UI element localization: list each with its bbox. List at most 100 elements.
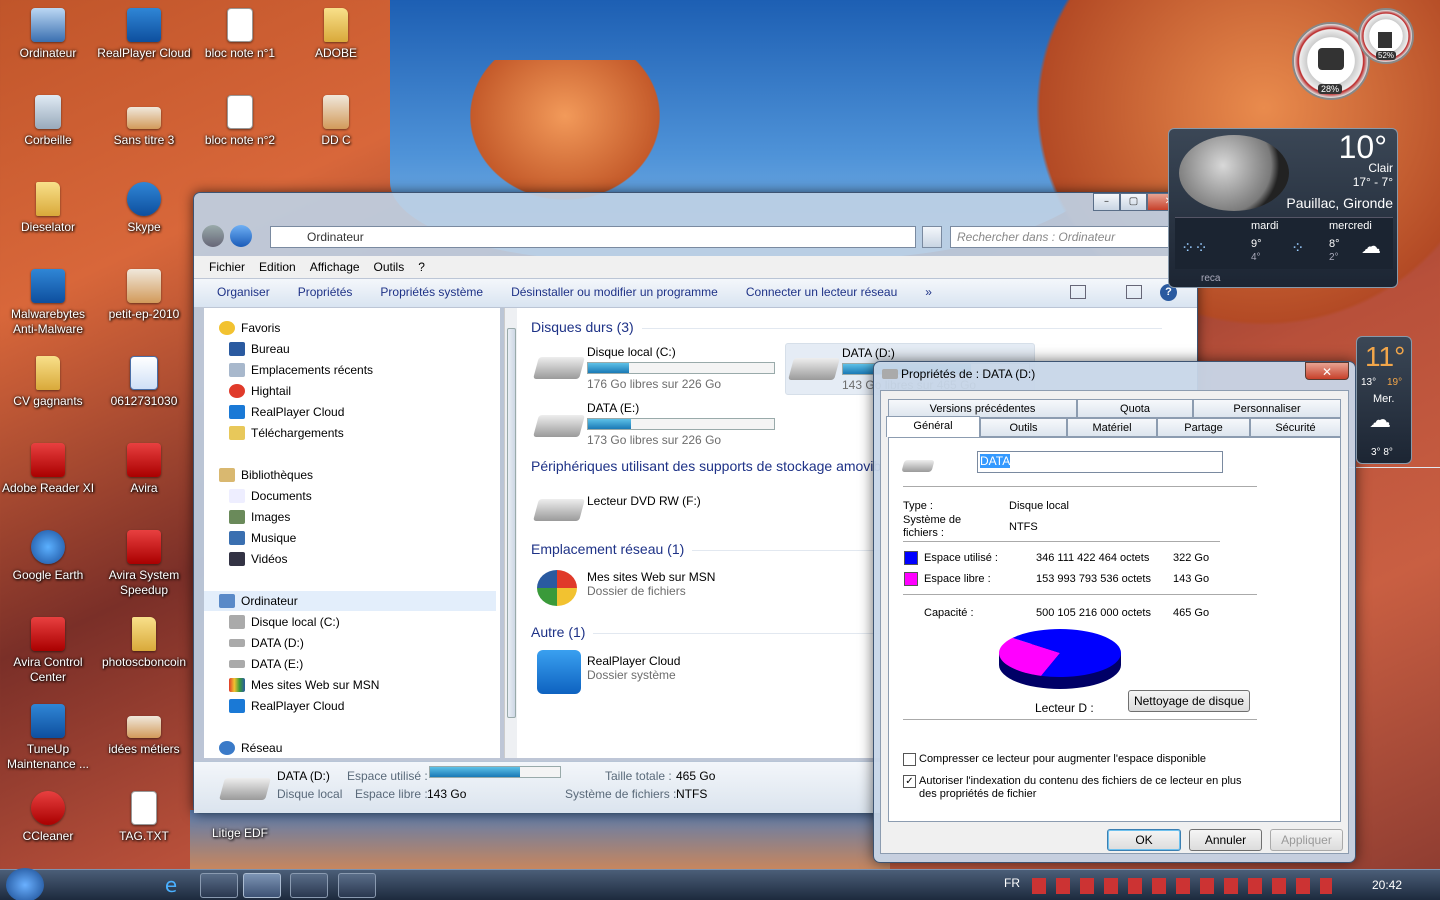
cmd-desinstaller[interactable]: Désinstaller ou modifier un programme bbox=[511, 285, 718, 299]
scrollbar-thumb[interactable] bbox=[507, 328, 516, 718]
back-button[interactable] bbox=[202, 225, 224, 247]
desktop-icon-google-earth[interactable]: Google Earth bbox=[0, 530, 96, 583]
system-tray-icons[interactable] bbox=[1032, 878, 1332, 894]
tab-securite[interactable]: Sécurité bbox=[1250, 418, 1341, 437]
desktop-icon-adobe[interactable]: ADOBE bbox=[288, 8, 384, 61]
tree-bibliotheques[interactable]: Bibliothèques bbox=[219, 465, 313, 485]
desktop-icon-tuneup[interactable]: TuneUp Maintenance ... bbox=[0, 704, 96, 772]
preview-pane-icon[interactable] bbox=[1126, 285, 1142, 299]
firefox-icon[interactable] bbox=[290, 873, 328, 898]
tree-bureau[interactable]: Bureau bbox=[229, 339, 290, 359]
desktop-icon-avira[interactable]: Avira bbox=[96, 443, 192, 496]
media-player-icon[interactable] bbox=[108, 873, 146, 898]
maximize-button[interactable]: ▢ bbox=[1120, 193, 1147, 211]
cmd-connecter-lecteur[interactable]: Connecter un lecteur réseau bbox=[746, 285, 897, 299]
tab-personnaliser[interactable]: Personnaliser bbox=[1193, 399, 1341, 418]
desktop-icon-skype[interactable]: Skype bbox=[96, 182, 192, 235]
menu-outils[interactable]: Outils bbox=[374, 260, 405, 274]
desktop-icon-bloc-note-1[interactable]: bloc note n°1 bbox=[192, 8, 288, 61]
drive-dvd[interactable]: Lecteur DVD RW (F:) bbox=[531, 483, 731, 527]
section-disques-durs[interactable]: Disques durs (3) bbox=[531, 319, 1160, 335]
weather-gadget-small[interactable]: 11° 13° 19° Mer. ☁ 3° 8° bbox=[1356, 336, 1412, 464]
tree-realplayer-2[interactable]: RealPlayer Cloud bbox=[229, 696, 344, 716]
tree-musique[interactable]: Musique bbox=[229, 528, 296, 548]
cmd-proprietes-systeme[interactable]: Propriétés système bbox=[380, 285, 483, 299]
desktop-icon-0612731030[interactable]: 0612731030 bbox=[96, 356, 192, 409]
desktop-icon-realplayer[interactable]: RealPlayer Cloud bbox=[96, 8, 192, 61]
section-peripheriques[interactable]: Périphériques utilisant des supports de … bbox=[531, 458, 1440, 474]
section-emplacement-reseau[interactable]: Emplacement réseau (1) bbox=[531, 541, 1214, 557]
explorer-taskbar-button[interactable] bbox=[243, 873, 281, 898]
taskbar-app-icon[interactable] bbox=[64, 873, 102, 898]
tree-recents[interactable]: Emplacements récents bbox=[229, 360, 373, 380]
weather-gadget[interactable]: 10° Clair 17° - 7° Pauillac, Gironde ⁘⁘ … bbox=[1168, 128, 1398, 288]
apply-button[interactable]: Appliquer bbox=[1270, 829, 1343, 851]
skype-icon[interactable] bbox=[338, 873, 376, 898]
tree-documents[interactable]: Documents bbox=[229, 486, 312, 506]
tab-partage[interactable]: Partage bbox=[1157, 418, 1250, 437]
tree-data-d[interactable]: DATA (D:) bbox=[229, 633, 304, 653]
desktop-icon-bloc-note-2[interactable]: bloc note n°2 bbox=[192, 95, 288, 148]
forward-button[interactable] bbox=[230, 225, 252, 247]
dialog-close-button[interactable]: ✕ bbox=[1305, 362, 1349, 380]
index-checkbox[interactable]: ✓ bbox=[903, 775, 916, 788]
desktop-icon-petit-ep[interactable]: petit-ep-2010 bbox=[96, 269, 192, 322]
menu-edition[interactable]: Edition bbox=[259, 260, 296, 274]
cancel-button[interactable]: Annuler bbox=[1189, 829, 1262, 851]
tree-videos[interactable]: Vidéos bbox=[229, 549, 287, 569]
compress-checkbox[interactable] bbox=[903, 753, 916, 766]
desktop-icon-adobe-reader[interactable]: Adobe Reader XI bbox=[0, 443, 96, 496]
desktop-icon-ccleaner[interactable]: CCleaner bbox=[0, 791, 96, 844]
desktop-icon-sans-titre[interactable]: Sans titre 3 bbox=[96, 95, 192, 148]
tree-telechargements[interactable]: Téléchargements bbox=[229, 423, 344, 443]
desktop-icon-avira-speedup[interactable]: Avira System Speedup bbox=[96, 530, 192, 598]
desktop-icon-cv-gagnants[interactable]: CV gagnants bbox=[0, 356, 96, 409]
cmd-proprietes[interactable]: Propriétés bbox=[298, 285, 353, 299]
address-bar[interactable]: Ordinateur bbox=[270, 226, 916, 248]
desktop-icon-tag-txt[interactable]: TAG.TXT bbox=[96, 791, 192, 844]
tree-disque-c[interactable]: Disque local (C:) bbox=[229, 612, 340, 632]
clock[interactable]: 20:42 bbox=[1372, 878, 1402, 892]
menu-aide[interactable]: ? bbox=[418, 260, 425, 274]
desktop-icon-avira-control[interactable]: Avira Control Center bbox=[0, 617, 96, 685]
cmd-more[interactable]: » bbox=[925, 285, 932, 299]
desktop-icon-litige-edf[interactable]: Litige EDF bbox=[192, 826, 288, 841]
language-indicator[interactable]: FR bbox=[1004, 876, 1020, 890]
ok-button[interactable]: OK bbox=[1107, 829, 1181, 851]
disk-cleanup-button[interactable]: Nettoyage de disque bbox=[1128, 690, 1250, 712]
desktop-icon-corbeille[interactable]: Corbeille bbox=[0, 95, 96, 148]
desktop-icon-dd-c[interactable]: DD C bbox=[288, 95, 384, 148]
menu-affichage[interactable]: Affichage bbox=[310, 260, 360, 274]
refresh-button[interactable] bbox=[922, 226, 942, 248]
tree-favoris[interactable]: Favoris bbox=[219, 318, 280, 338]
tab-materiel[interactable]: Matériel bbox=[1067, 418, 1157, 437]
desktop-icon-ordinateur[interactable]: Ordinateur bbox=[0, 8, 96, 61]
tab-general[interactable]: Général bbox=[886, 416, 980, 437]
tree-reseau[interactable]: Réseau bbox=[219, 738, 282, 758]
tree-hightail[interactable]: Hightail bbox=[229, 381, 291, 401]
tree-data-e[interactable]: DATA (E:) bbox=[229, 654, 303, 674]
start-button[interactable] bbox=[6, 868, 44, 900]
tree-ordinateur[interactable]: Ordinateur bbox=[204, 591, 496, 611]
realplayer-cloud-item[interactable]: RealPlayer Cloud Dossier système bbox=[531, 648, 751, 694]
tab-quota[interactable]: Quota bbox=[1077, 399, 1193, 418]
view-options-icon[interactable] bbox=[1070, 285, 1086, 299]
tree-msn[interactable]: Mes sites Web sur MSN bbox=[229, 675, 379, 695]
cpu-meter-gadget[interactable]: 28% 52% bbox=[1292, 8, 1416, 100]
nav-scrollbar[interactable] bbox=[504, 308, 518, 758]
section-autre[interactable]: Autre (1) bbox=[531, 624, 1119, 640]
desktop-icon-idees-metiers[interactable]: idées métiers bbox=[96, 704, 192, 757]
tab-outils[interactable]: Outils bbox=[980, 418, 1067, 437]
msn-web-sites[interactable]: Mes sites Web sur MSN Dossier de fichiers bbox=[531, 566, 751, 610]
desktop-icon-dieselator[interactable]: Dieselator bbox=[0, 182, 96, 235]
desktop-icon-photoscboncoin[interactable]: photoscboncoin bbox=[96, 617, 192, 670]
cmd-organiser[interactable]: Organiser bbox=[217, 285, 270, 299]
desktop-icon-malwarebytes[interactable]: Malwarebytes Anti-Malware bbox=[0, 269, 96, 337]
minimize-button[interactable]: – bbox=[1093, 193, 1120, 211]
tree-images[interactable]: Images bbox=[229, 507, 290, 527]
tree-realplayer[interactable]: RealPlayer Cloud bbox=[229, 402, 344, 422]
menu-fichier[interactable]: Fichier bbox=[209, 260, 245, 274]
internet-explorer-icon[interactable]: e bbox=[152, 873, 190, 898]
drive-name-input[interactable]: DATA bbox=[977, 451, 1223, 473]
search-input[interactable]: Rechercher dans : Ordinateur⌕ bbox=[950, 226, 1188, 248]
